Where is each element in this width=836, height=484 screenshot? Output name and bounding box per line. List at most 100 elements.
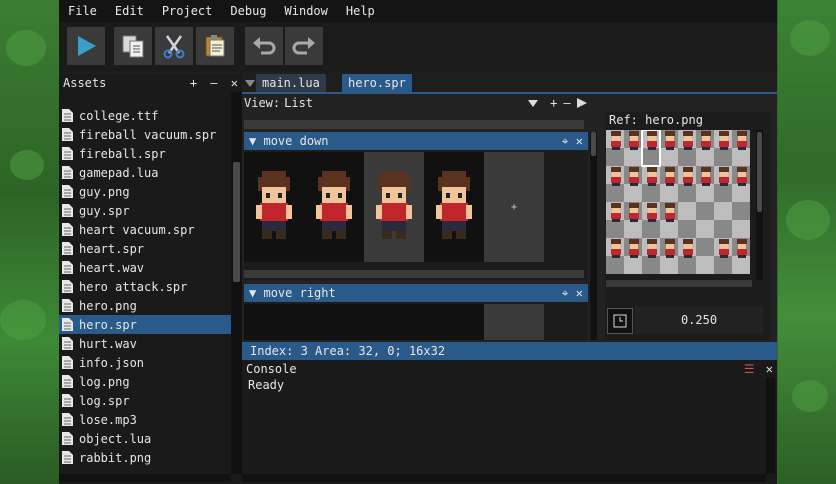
- sheet-sprite: [665, 239, 675, 258]
- asset-item[interactable]: heart.wav: [59, 258, 231, 277]
- asset-item[interactable]: college.ttf: [59, 106, 231, 125]
- play-button[interactable]: [67, 27, 105, 65]
- animation-header: ▼ move right ⌖ ✕: [244, 284, 588, 302]
- tree-blob: [0, 300, 46, 340]
- frames-scrollbar[interactable]: [244, 270, 584, 278]
- remove-asset-button[interactable]: —: [210, 76, 217, 90]
- menu-help[interactable]: Help: [337, 0, 384, 22]
- menu-file[interactable]: File: [59, 0, 106, 22]
- close-animation-button[interactable]: ✕: [576, 286, 583, 300]
- asset-item[interactable]: log.spr: [59, 391, 231, 410]
- frame-cell[interactable]: [424, 152, 484, 262]
- close-assets-button[interactable]: ✕: [231, 76, 238, 90]
- pin-icon[interactable]: ⌖: [562, 286, 569, 300]
- asset-item[interactable]: lose.mp3: [59, 410, 231, 429]
- frame-strip[interactable]: [244, 304, 484, 340]
- asset-item[interactable]: hero attack.spr: [59, 277, 231, 296]
- collapse-icon[interactable]: ▼: [249, 134, 256, 148]
- reference-label: Ref: hero.png: [609, 113, 703, 127]
- pin-icon[interactable]: ⌖: [562, 134, 569, 148]
- assets-scrollbar[interactable]: [231, 92, 242, 474]
- asset-item-label: hero attack.spr: [79, 279, 188, 294]
- sheet-sprite: [647, 239, 657, 258]
- asset-item[interactable]: info.json: [59, 353, 231, 372]
- asset-item[interactable]: hurt.wav: [59, 334, 231, 353]
- asset-item[interactable]: guy.spr: [59, 201, 231, 220]
- file-icon: [62, 451, 73, 464]
- asset-item[interactable]: heart.spr: [59, 239, 231, 258]
- sheet-sprite: [701, 131, 711, 150]
- asset-item[interactable]: gamepad.lua: [59, 163, 231, 182]
- assets-scroll-thumb[interactable]: [233, 162, 240, 282]
- asset-item[interactable]: rabbit.png: [59, 448, 231, 467]
- editor-vscrollbar[interactable]: [590, 132, 597, 340]
- add-animation-button[interactable]: +: [550, 97, 557, 109]
- file-icon: [62, 432, 73, 445]
- clear-console-icon[interactable]: ☰: [744, 362, 755, 376]
- animation-panel-move-down: ▼ move down ⌖ ✕ +: [244, 132, 588, 280]
- paste-button[interactable]: [196, 27, 234, 65]
- cut-button[interactable]: [155, 27, 193, 65]
- console-hscrollbar[interactable]: [242, 474, 766, 482]
- menu-debug[interactable]: Debug: [221, 0, 275, 22]
- sheet-sprite: [647, 167, 657, 186]
- add-frame-cell[interactable]: +: [484, 152, 544, 262]
- sheet-sprite: [737, 167, 747, 186]
- asset-item[interactable]: log.png: [59, 372, 231, 391]
- close-console-button[interactable]: ✕: [766, 362, 773, 376]
- menu-window[interactable]: Window: [276, 0, 337, 22]
- asset-item-label: hurt.wav: [79, 336, 137, 351]
- tree-blob: [790, 20, 830, 56]
- clock-button[interactable]: [607, 308, 633, 334]
- menu-edit[interactable]: Edit: [106, 0, 153, 22]
- undo-button[interactable]: [245, 27, 283, 65]
- sheet-sprite: [611, 239, 621, 258]
- redo-icon: [292, 37, 315, 55]
- file-icon: [62, 413, 73, 426]
- console-output: Ready: [248, 378, 285, 392]
- frame-cell-selected[interactable]: [364, 152, 424, 262]
- asset-item[interactable]: hero.png: [59, 296, 231, 315]
- asset-item-label: lose.mp3: [79, 412, 137, 427]
- sheet-sprite: [611, 203, 621, 222]
- frame-cell[interactable]: [304, 152, 364, 262]
- asset-item[interactable]: hero.spr: [59, 315, 231, 334]
- editor-hscrollbar[interactable]: [244, 120, 584, 129]
- editor-scroll-thumb[interactable]: [591, 132, 596, 156]
- hero-sprite: [256, 171, 292, 239]
- frame-duration-field[interactable]: 0.250: [635, 306, 763, 334]
- add-frame-cell[interactable]: [484, 304, 544, 340]
- asset-item-label: heart.spr: [79, 241, 145, 256]
- paste-icon: [205, 35, 225, 57]
- assets-hscrollbar[interactable]: [59, 474, 231, 482]
- tab-main-lua[interactable]: main.lua: [256, 74, 326, 92]
- copy-icon: [122, 35, 144, 58]
- asset-item[interactable]: fireball.spr: [59, 144, 231, 163]
- console-vscrollbar[interactable]: [766, 378, 775, 474]
- reference-hscrollbar[interactable]: [606, 280, 752, 287]
- asset-item[interactable]: object.lua: [59, 429, 231, 448]
- game-background-left: [0, 0, 60, 484]
- add-asset-button[interactable]: +: [190, 76, 197, 90]
- tab-hero-spr[interactable]: hero.spr: [342, 74, 412, 92]
- collapse-icon[interactable]: ▼: [249, 286, 256, 300]
- view-dropdown-icon[interactable]: [528, 98, 539, 108]
- play-animation-icon[interactable]: [576, 98, 587, 108]
- reference-scroll-thumb[interactable]: [757, 132, 762, 212]
- remove-animation-button[interactable]: —: [563, 97, 570, 109]
- frame-cell[interactable]: [244, 152, 304, 262]
- asset-item[interactable]: fireball vacuum.spr: [59, 125, 231, 144]
- hero-sprite: [436, 171, 472, 239]
- close-animation-button[interactable]: ✕: [576, 134, 583, 148]
- sprite-sheet-preview[interactable]: [606, 130, 752, 278]
- view-select[interactable]: List: [284, 96, 528, 110]
- reference-vscrollbar[interactable]: [756, 130, 763, 280]
- asset-item[interactable]: heart vacuum.spr: [59, 220, 231, 239]
- menu-project[interactable]: Project: [153, 0, 222, 22]
- sheet-sprite: [665, 131, 675, 150]
- copy-button[interactable]: [114, 27, 152, 65]
- tab-list-arrow-icon[interactable]: [245, 78, 255, 88]
- assets-title: Assets: [63, 76, 107, 90]
- redo-button[interactable]: [285, 27, 323, 65]
- asset-item[interactable]: guy.png: [59, 182, 231, 201]
